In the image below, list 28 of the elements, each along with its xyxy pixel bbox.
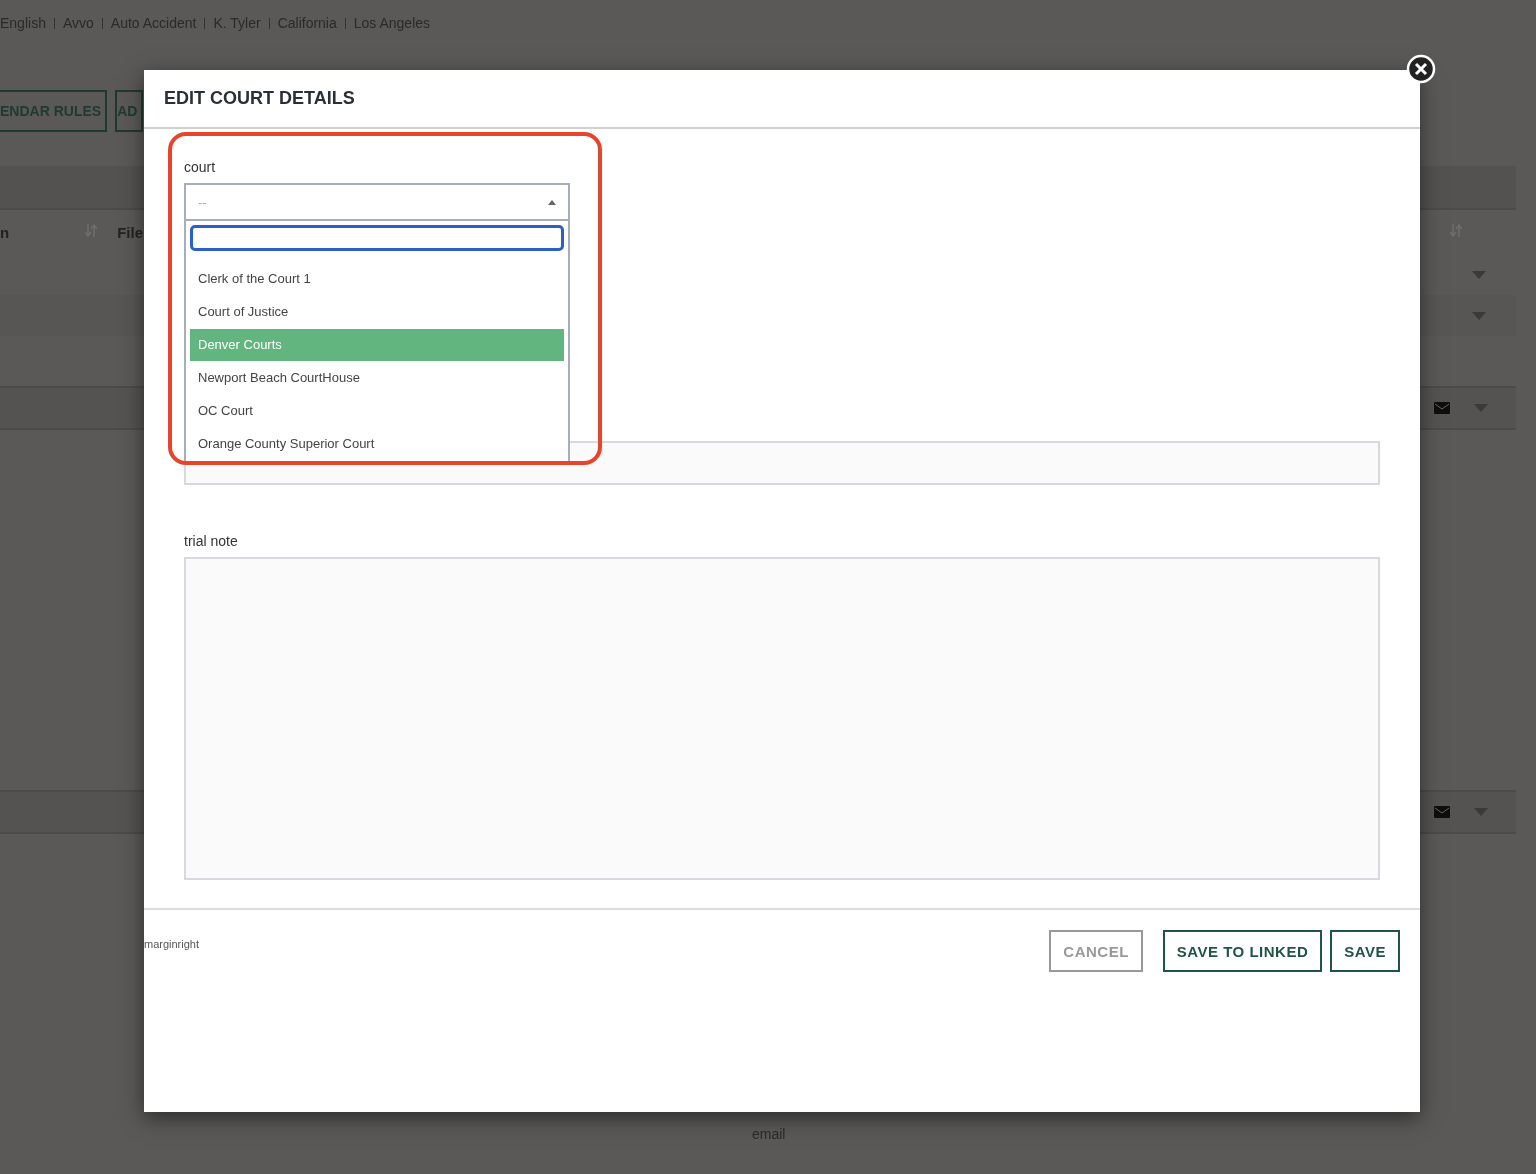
dropdown-option[interactable]: OC Court	[190, 395, 564, 427]
mail-icon[interactable]	[1434, 402, 1450, 414]
toolbar-button[interactable]: ENDAR RULES	[0, 90, 108, 132]
dialog-title: EDIT COURT DETAILS	[164, 88, 355, 109]
footer-note: marginright	[144, 938, 200, 950]
court-select[interactable]: --	[184, 183, 570, 221]
dropdown-option[interactable]: Newport Beach CourtHouse	[190, 362, 564, 394]
search-field[interactable]	[190, 225, 564, 251]
caret-icon[interactable]	[1472, 311, 1486, 320]
trial-note-field[interactable]	[184, 557, 1380, 880]
dropdown-option[interactable]: Court of Justice	[190, 296, 564, 328]
field-label: court	[184, 159, 217, 175]
caret-icon[interactable]	[1474, 808, 1488, 816]
cancel-button[interactable]: CANCEL	[1049, 930, 1143, 972]
column-header[interactable]: n	[0, 223, 10, 241]
save-button[interactable]: SAVE	[1330, 930, 1400, 972]
caret-icon[interactable]	[1472, 270, 1486, 279]
column-header[interactable]: File	[117, 223, 143, 241]
dropdown-option[interactable]: Clerk of the Court 1	[190, 263, 564, 295]
mail-icon[interactable]	[1434, 806, 1450, 818]
caret-icon[interactable]	[1474, 404, 1488, 412]
close-icon[interactable]	[1406, 54, 1436, 84]
save-button[interactable]: SAVE TO LINKED	[1162, 930, 1323, 972]
dropdown-option[interactable]: Orange County Superior Court	[190, 428, 564, 460]
field-label: trial note	[184, 533, 239, 549]
toolbar-button[interactable]: AD	[115, 90, 144, 132]
dropdown-option[interactable]: Denver Courts	[190, 329, 564, 361]
caret-icon	[548, 199, 556, 205]
